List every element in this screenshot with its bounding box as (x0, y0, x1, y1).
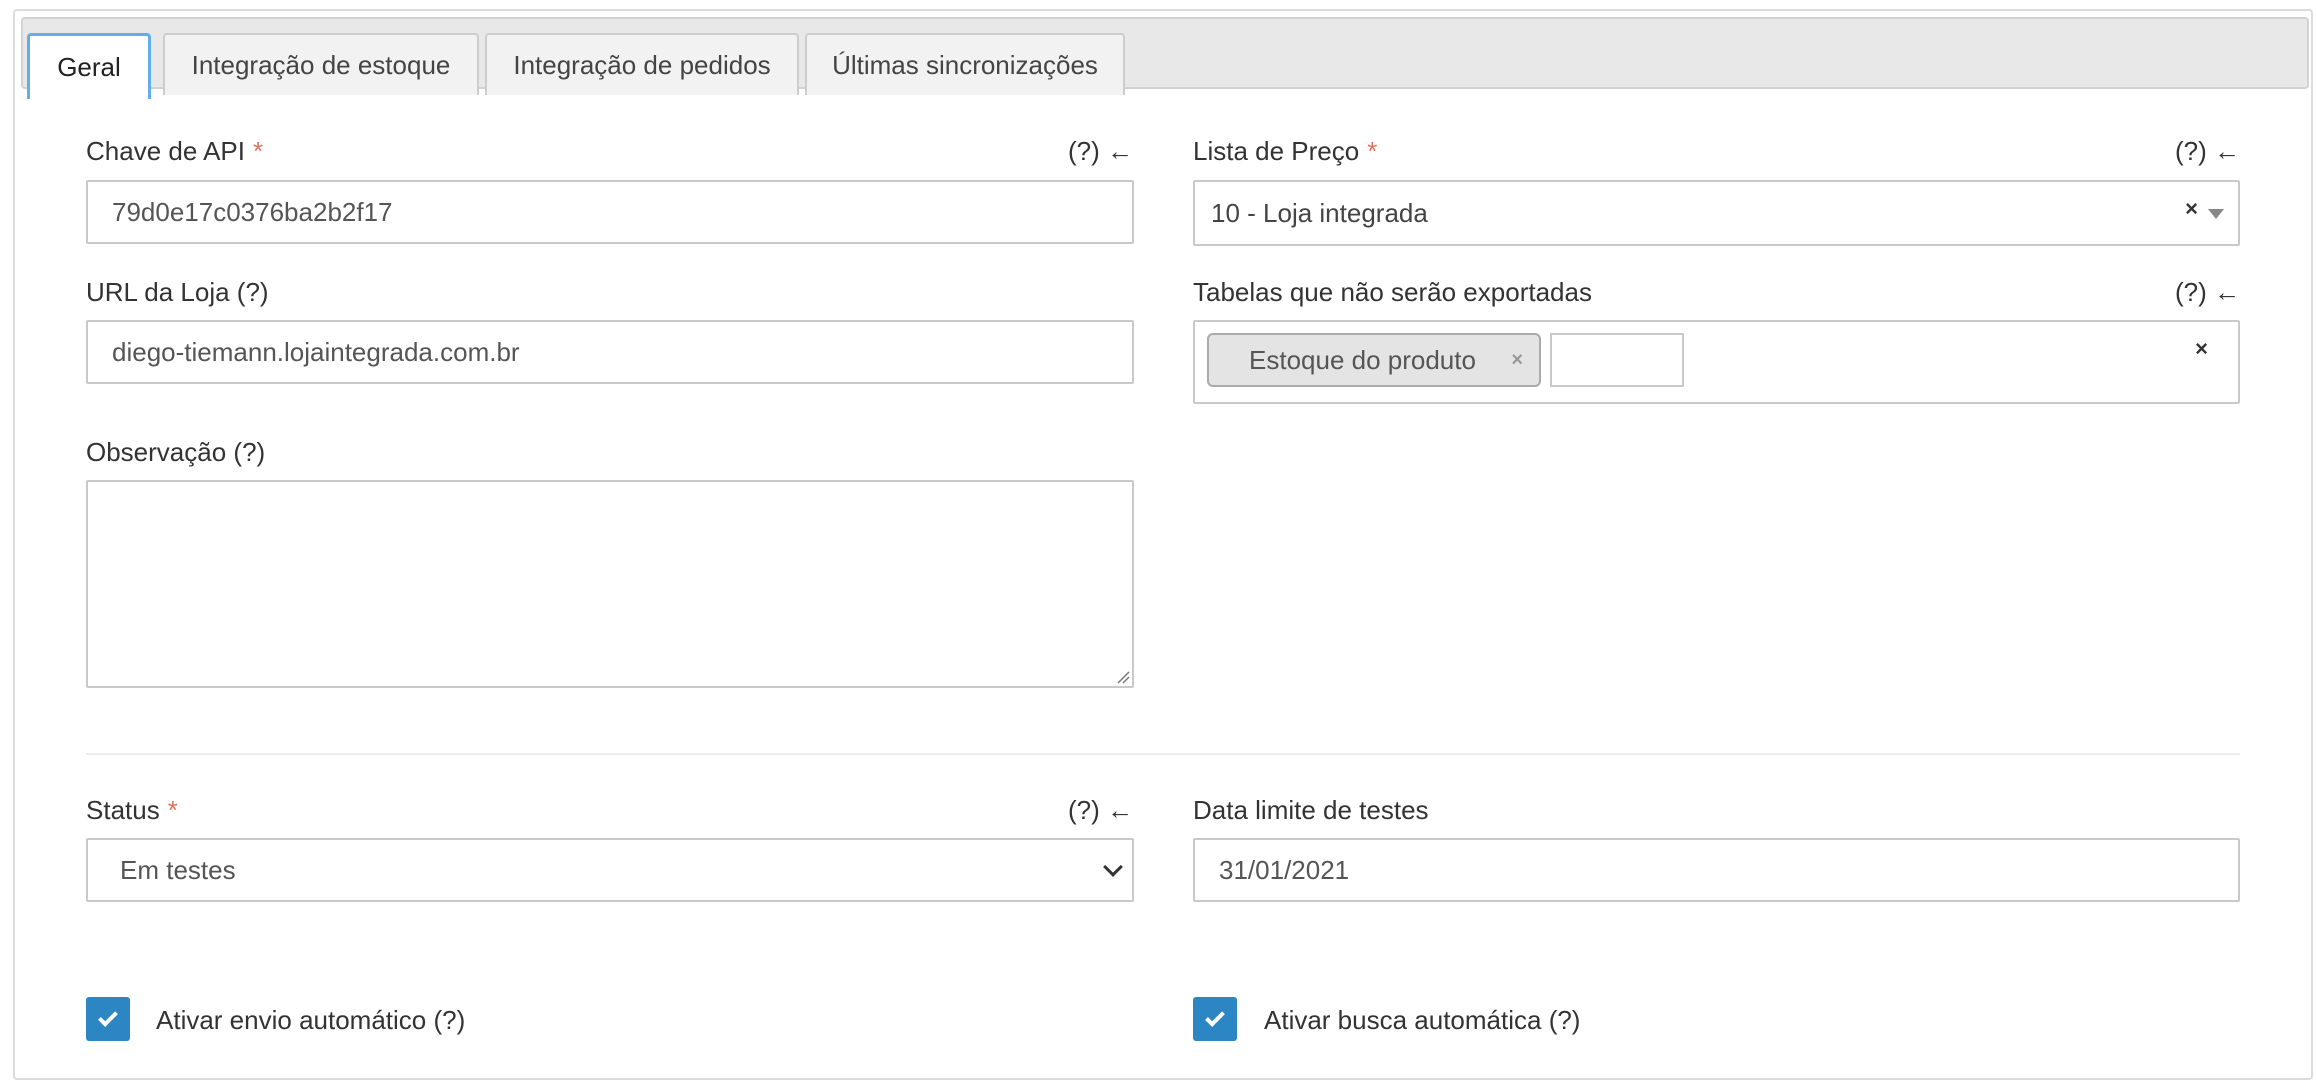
price-list-label: Lista de Preço * (1193, 136, 1377, 167)
tag-stock-product: Estoque do produto × (1207, 333, 1541, 387)
auto-send-label[interactable]: Ativar envio automático (?) (156, 1005, 465, 1036)
notes-label: Observação (?) (86, 437, 266, 467)
status-selected-value: Em testes (120, 854, 236, 885)
test-deadline-input[interactable]: 31/01/2021 (1193, 838, 2240, 902)
check-icon (1205, 1007, 1225, 1027)
store-url-label: URL da Loja (?) (86, 277, 269, 307)
tab-last-syncs[interactable]: Últimas sincronizações (805, 33, 1125, 95)
check-icon (98, 1007, 118, 1027)
excluded-tables-clear-icon[interactable]: × (2195, 336, 2208, 362)
excluded-tables-search-input[interactable] (1550, 333, 1684, 387)
status-label: Status * (86, 795, 178, 826)
price-list-label-text: Lista de Preço (1193, 136, 1360, 166)
api-key-label-text: Chave de API (86, 136, 245, 166)
notes-textarea[interactable] (86, 480, 1134, 688)
tab-stock-integration[interactable]: Integração de estoque (163, 33, 479, 95)
store-url-input[interactable]: diego-tiemann.lojaintegrada.com.br (86, 320, 1134, 384)
required-marker: * (253, 136, 264, 166)
required-marker: * (167, 795, 178, 825)
auto-fetch-label[interactable]: Ativar busca automática (?) (1264, 1005, 1580, 1036)
api-key-help-link[interactable]: (?) ← (1068, 136, 1133, 167)
excluded-tables-label: Tabelas que não serão exportadas (1193, 277, 1592, 307)
price-list-selected-value: 10 - Loja integrada (1211, 197, 1428, 228)
price-list-help-link[interactable]: (?) ← (2175, 136, 2240, 167)
status-help-link[interactable]: (?) ← (1068, 795, 1133, 826)
auto-fetch-checkbox[interactable] (1193, 997, 1237, 1041)
auto-send-checkbox[interactable] (86, 997, 130, 1041)
resize-grip-icon[interactable] (1116, 670, 1130, 684)
api-key-input[interactable]: 79d0e17c0376ba2b2f17 (86, 180, 1134, 244)
excluded-tables-help-link[interactable]: (?) ← (2175, 277, 2240, 308)
status-label-text: Status (86, 795, 160, 825)
section-divider (86, 753, 2240, 755)
tab-geral[interactable]: Geral (27, 33, 151, 99)
chevron-down-icon (1103, 857, 1123, 877)
tab-orders-integration[interactable]: Integração de pedidos (485, 33, 799, 95)
required-marker: * (1367, 136, 1378, 166)
price-list-clear-icon[interactable]: × (2185, 196, 2198, 222)
tag-remove-icon[interactable]: × (1511, 349, 1523, 372)
tag-label: Estoque do produto (1249, 344, 1476, 375)
status-select[interactable]: Em testes (86, 838, 1134, 902)
tab-bar: Geral Integração de estoque Integração d… (21, 17, 2309, 99)
api-key-label: Chave de API * (86, 136, 263, 167)
test-deadline-label: Data limite de testes (1193, 795, 1429, 825)
excluded-tables-multiselect[interactable]: Estoque do produto × × (1193, 320, 2240, 404)
price-list-caret-down-icon[interactable] (2208, 209, 2224, 219)
price-list-select[interactable]: 10 - Loja integrada × (1193, 180, 2240, 246)
